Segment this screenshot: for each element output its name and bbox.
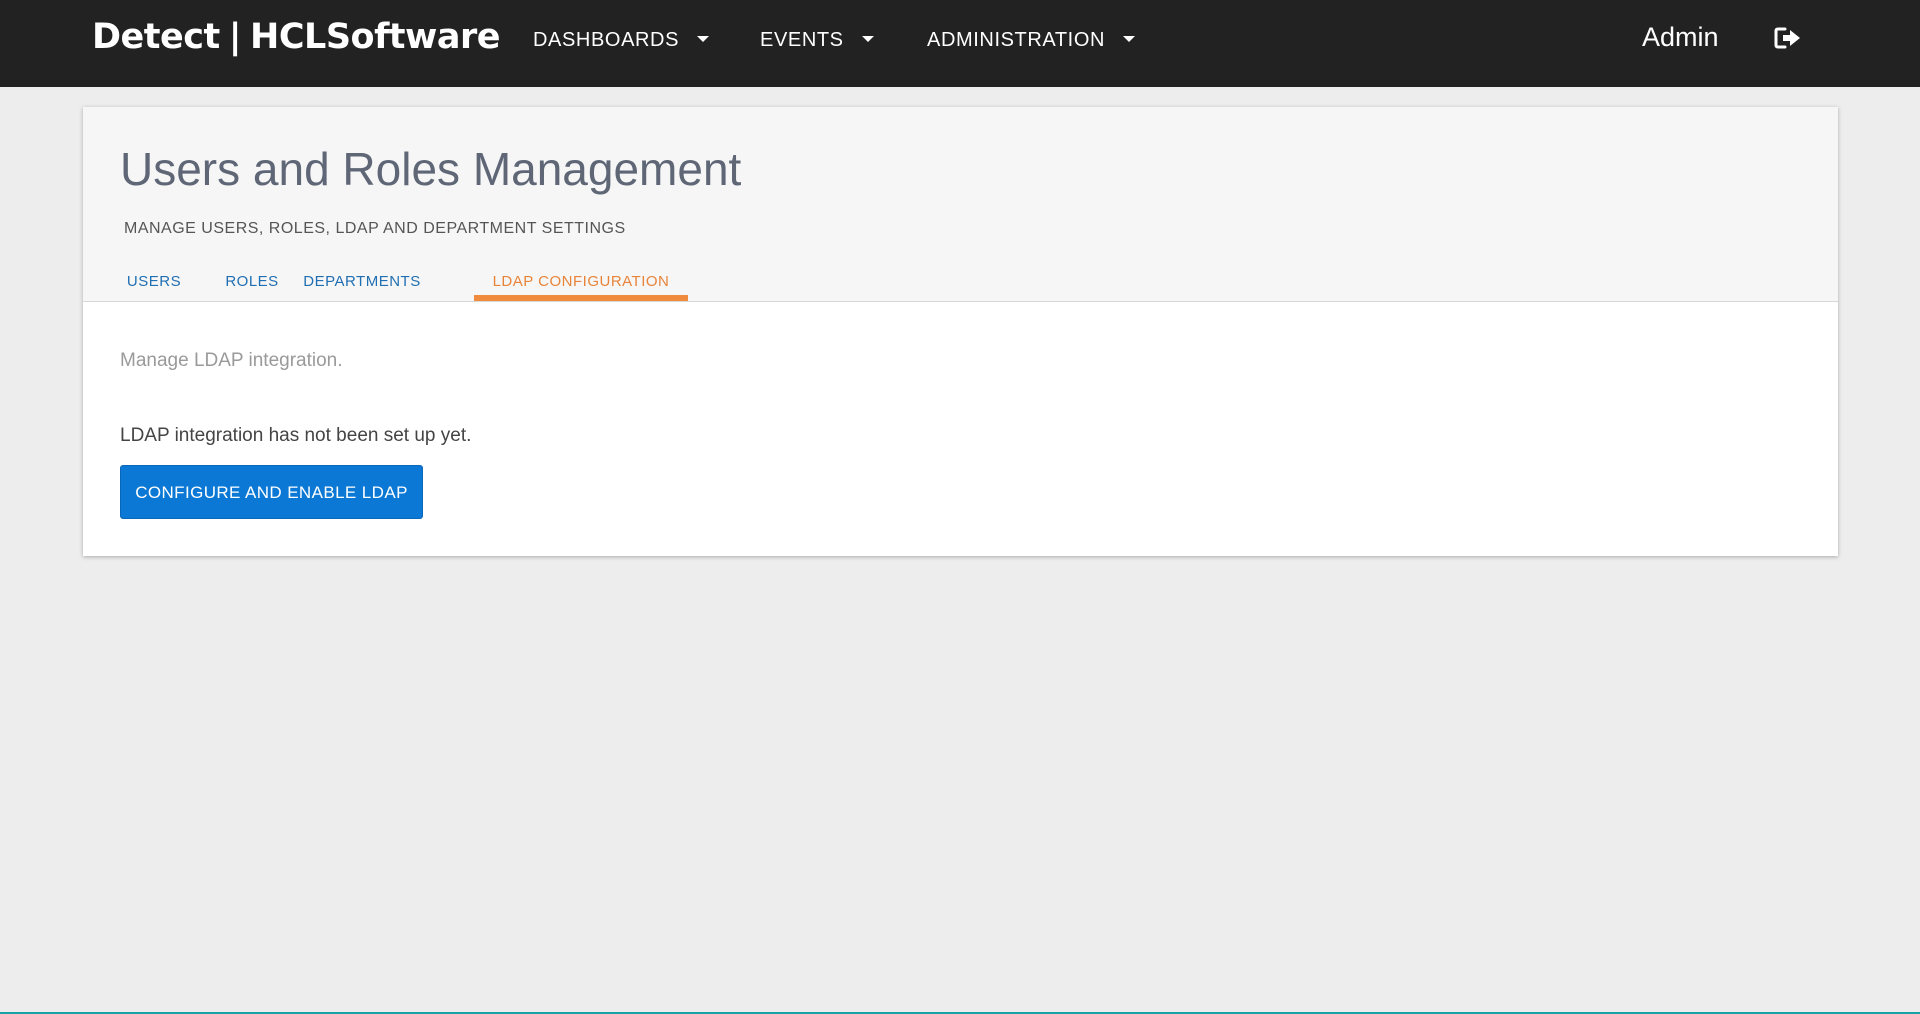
chevron-down-icon: [1123, 35, 1136, 42]
nav-dashboards-menu[interactable]: DASHBOARDS: [533, 28, 710, 52]
chevron-down-icon: [861, 35, 874, 42]
logout-icon[interactable]: [1774, 26, 1802, 50]
top-navbar: Detect | HCLSoftware DASHBOARDS EVENTS ADM…: [0, 0, 1920, 87]
brand-product: Detect: [92, 17, 220, 57]
page-title: Users and Roles Management: [120, 143, 742, 195]
nav-events-label: EVENTS: [760, 29, 844, 51]
tab-users[interactable]: USERS: [103, 257, 205, 301]
ldap-description: Manage LDAP integration.: [120, 350, 343, 371]
page-subtitle: MANAGE USERS, ROLES, LDAP AND DEPARTMENT…: [124, 220, 626, 237]
users-roles-card: Users and Roles Management MANAGE USERS,…: [83, 107, 1838, 556]
brand-separator: |: [228, 17, 242, 57]
card-header: Users and Roles Management MANAGE USERS,…: [83, 107, 1838, 302]
current-user-name[interactable]: Admin: [1642, 20, 1719, 54]
brand-company: HCLSoftware: [250, 17, 500, 57]
tab-roles[interactable]: ROLES: [205, 257, 299, 301]
nav-administration-label: ADMINISTRATION: [927, 29, 1106, 51]
ldap-status-text: LDAP integration has not been set up yet…: [120, 425, 472, 446]
brand-logo[interactable]: Detect | HCLSoftware: [92, 20, 500, 55]
tab-ldap-configuration[interactable]: LDAP CONFIGURATION: [474, 257, 688, 301]
tab-departments[interactable]: DEPARTMENTS: [299, 257, 425, 301]
nav-events-menu[interactable]: EVENTS: [760, 28, 874, 52]
configure-enable-ldap-button[interactable]: CONFIGURE AND ENABLE LDAP: [120, 465, 423, 519]
nav-dashboards-label: DASHBOARDS: [533, 29, 680, 51]
nav-administration-menu[interactable]: ADMINISTRATION: [927, 28, 1136, 52]
chevron-down-icon: [697, 35, 710, 42]
